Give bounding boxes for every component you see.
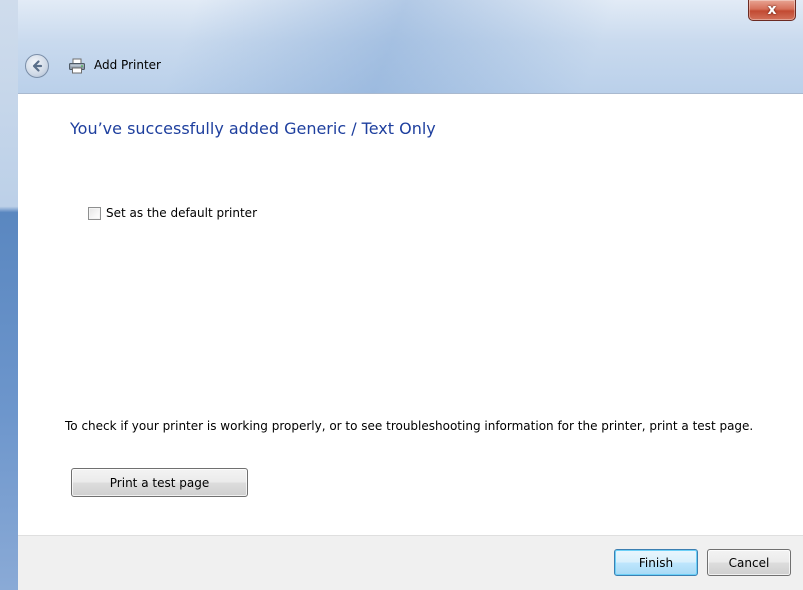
window-frame-left [0,0,18,590]
close-icon: x [767,2,777,18]
default-printer-option[interactable]: Set as the default printer [88,206,257,220]
back-arrow-icon [32,60,43,72]
cancel-button[interactable]: Cancel [707,549,791,576]
test-page-info: To check if your printer is working prop… [65,419,754,433]
title-bar [0,0,803,93]
add-printer-window: x Add Printer You’ve successfully added … [0,0,803,590]
print-test-page-button[interactable]: Print a test page [71,468,248,497]
close-button[interactable]: x [748,0,796,21]
printer-icon [69,58,85,74]
finish-button[interactable]: Finish [614,549,698,576]
command-bar: Finish Cancel [18,535,803,590]
back-button[interactable] [25,54,49,78]
wizard-content: You’ve successfully added Generic / Text… [18,93,803,535]
default-printer-label: Set as the default printer [106,206,257,220]
default-printer-checkbox[interactable] [88,206,101,220]
window-title: Add Printer [94,58,161,72]
page-title: You’ve successfully added Generic / Text… [70,119,436,138]
